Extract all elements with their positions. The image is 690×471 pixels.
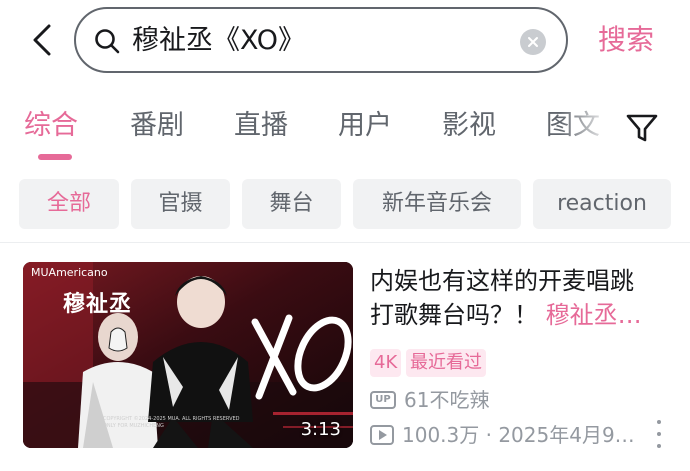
- clear-search-button[interactable]: [520, 29, 546, 55]
- video-title-line-2: 打歌舞台吗？！ 穆祉丞…: [370, 298, 670, 332]
- search-icon: [95, 29, 120, 54]
- chip-reaction[interactable]: reaction: [533, 179, 671, 229]
- chip-all[interactable]: 全部: [19, 179, 119, 229]
- video-title-highlight: 穆祉丞…: [545, 301, 642, 329]
- up-icon: UP: [370, 391, 396, 409]
- video-stats-row: 100.3万 · 2025年4月9…: [370, 421, 635, 449]
- tab-users[interactable]: 用户: [338, 108, 392, 144]
- thumbnail-name-overlay: 穆祉丞: [63, 292, 133, 317]
- video-stats: 100.3万 · 2025年4月9…: [402, 423, 635, 447]
- filter-button[interactable]: [622, 108, 662, 148]
- clear-icon: [528, 37, 538, 47]
- more-options-button[interactable]: [652, 420, 666, 448]
- uploader-row[interactable]: UP 61不吃辣: [370, 386, 489, 414]
- thumbnail-channel-text: MUAmericano: [31, 266, 108, 279]
- play-count-icon: [370, 425, 394, 445]
- divider: [0, 242, 690, 243]
- more-icon: [657, 420, 661, 424]
- thumbnail-copyright: COPYRIGHT ©2024-2025 MUA. ALL RIGHTS RES…: [103, 416, 240, 429]
- video-title[interactable]: 内娱也有这样的开麦唱跳 打歌舞台吗？！ 穆祉丞…: [370, 264, 670, 332]
- search-input[interactable]: 穆祉丞《XO》: [132, 23, 305, 59]
- back-button[interactable]: [24, 22, 60, 58]
- filter-icon: [626, 114, 658, 142]
- video-title-line-2-text: 打歌舞台吗？！: [370, 301, 546, 329]
- tab-all[interactable]: 综合: [24, 108, 78, 144]
- tab-bangumi[interactable]: 番剧: [130, 108, 184, 144]
- active-tab-indicator: [38, 154, 72, 160]
- chip-stage[interactable]: 舞台: [242, 179, 341, 229]
- badge-recently-watched: 最近看过: [406, 349, 486, 377]
- tab-live[interactable]: 直播: [234, 108, 288, 144]
- back-arrow-icon: [33, 24, 51, 56]
- video-duration: 3:13: [300, 419, 341, 440]
- chip-new-year-concert[interactable]: 新年音乐会: [353, 179, 521, 229]
- chip-official-photo[interactable]: 官摄: [131, 179, 230, 229]
- video-thumbnail[interactable]: MUAmericano 穆祉丞 COPYRIGHT ©2024-2025 MUA…: [23, 262, 353, 448]
- tab-film[interactable]: 影视: [442, 108, 496, 144]
- search-box[interactable]: 穆祉丞《XO》: [74, 7, 568, 73]
- badge-4k: 4K: [370, 349, 402, 377]
- search-button[interactable]: 搜索: [598, 22, 654, 58]
- video-title-line-1: 内娱也有这样的开麦唱跳: [370, 267, 634, 295]
- uploader-name: 61不吃辣: [404, 388, 490, 412]
